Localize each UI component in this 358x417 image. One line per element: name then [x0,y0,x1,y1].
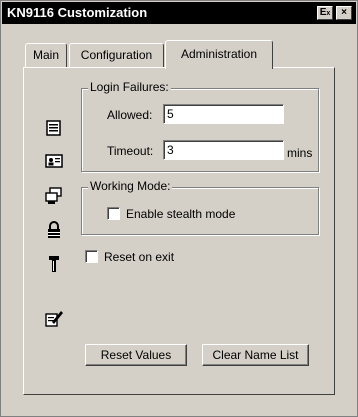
clear-name-list-label: Clear Name List [212,348,299,362]
lock-icon [48,221,60,238]
stealth-mode-label[interactable]: Enable stealth mode [126,207,235,221]
reset-on-exit-label[interactable]: Reset on exit [104,250,174,264]
tab-administration[interactable]: Administration [165,40,273,69]
timeout-field[interactable] [163,140,284,160]
customization-window: KN9116 Customization Ex × Main Configura… [0,0,358,417]
help-icon: Ex [319,7,331,18]
tools-icon [49,256,59,272]
close-icon: × [341,7,347,18]
login-failures-title: Login Failures: [88,80,171,94]
help-button[interactable]: Ex [317,6,333,20]
working-mode-title: Working Mode: [88,179,173,193]
reset-on-exit-checkbox[interactable] [85,250,98,263]
timeout-label: Timeout: [107,144,154,158]
tab-main[interactable]: Main [25,43,67,67]
allowed-label: Allowed: [107,108,153,122]
close-button[interactable]: × [336,6,352,20]
computers-icon [45,187,62,204]
clear-name-list-button[interactable]: Clear Name List [202,344,309,366]
window-title: KN9116 Customization [7,5,148,20]
reset-values-label: Reset Values [100,348,172,362]
stealth-mode-checkbox[interactable] [107,207,120,220]
tab-configuration[interactable]: Configuration [69,43,164,67]
title-bar[interactable]: KN9116 Customization Ex × [2,2,356,24]
tab-administration-label: Administration [180,47,258,61]
timeout-unit: mins [287,146,313,160]
edit-note-icon [45,311,63,327]
tab-main-label: Main [32,48,59,62]
tab-configuration-label: Configuration [80,48,153,62]
reset-values-button[interactable]: Reset Values [85,344,187,366]
allowed-field[interactable] [163,104,284,124]
user-card-icon [45,154,63,168]
list-icon [46,120,61,136]
